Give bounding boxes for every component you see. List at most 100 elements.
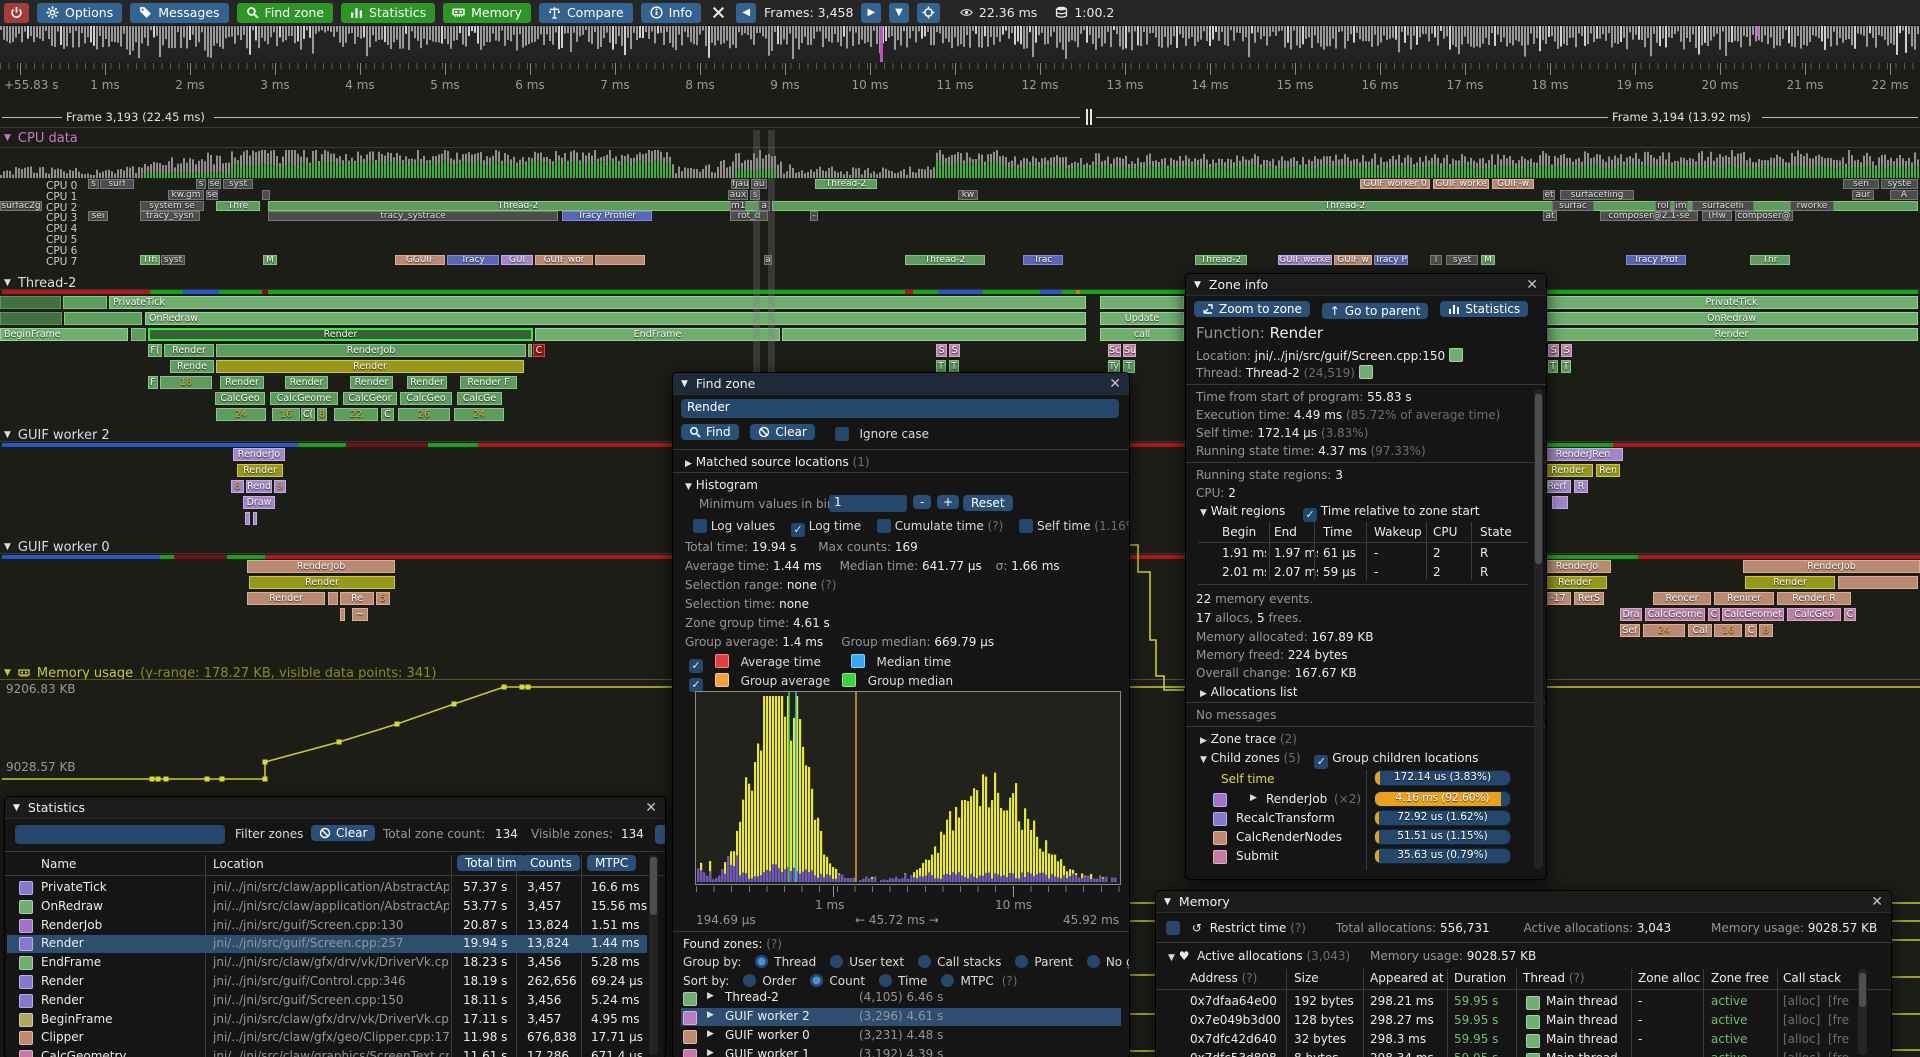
next-frame-button[interactable]: ▶ xyxy=(861,3,881,23)
active-allocations-header[interactable]: ▼ ♥ Active allocations (3,043) Memory us… xyxy=(1168,949,1536,963)
zone-chip[interactable]: F( xyxy=(148,344,162,357)
memory-scrollbar[interactable] xyxy=(1858,969,1867,1055)
zone-chip[interactable]: Render xyxy=(407,376,447,389)
zone-chip[interactable]: 16 xyxy=(1714,624,1742,637)
collapse-triangle-icon[interactable]: ▼ xyxy=(1194,280,1201,290)
min-bin-input[interactable]: 1 xyxy=(829,495,907,512)
zone-chip[interactable] xyxy=(782,328,1086,341)
increment-button[interactable]: + xyxy=(937,495,959,509)
cpu-zone-chip[interactable]: at xyxy=(1543,211,1557,221)
find-zone-query-input[interactable]: Render xyxy=(681,399,1119,418)
zone-chip[interactable]: Render xyxy=(220,376,264,389)
zone-chip[interactable]: S xyxy=(1548,344,1559,357)
cpu-zone-chip[interactable]: syste xyxy=(1881,179,1918,189)
matched-source-locations[interactable]: ▶ Matched source locations (1) xyxy=(685,455,870,469)
zone-chip[interactable]: Renirer xyxy=(1714,592,1774,605)
allocation-row[interactable]: 0x7dfaa64e00192 bytes298.21 ms59.95 sMai… xyxy=(1156,994,1856,1012)
cpu-zone-chip[interactable]: kw xyxy=(958,190,978,200)
found-zone-group-row[interactable]: ▶Thread-2(4,105) 6.46 s xyxy=(681,989,1121,1007)
cpu-zone-chip[interactable]: GUIF w xyxy=(1334,255,1372,265)
zone-chip[interactable]: R xyxy=(1574,480,1588,493)
zone-chip[interactable]: Render xyxy=(1543,576,1607,589)
cpu-zone-chip[interactable]: composer@2.1-se xyxy=(1600,211,1698,221)
allocations-list-header[interactable]: ▶ Allocations list xyxy=(1200,685,1298,699)
group-by-radio[interactable] xyxy=(830,955,843,968)
sort-by-radio[interactable] xyxy=(743,974,756,987)
cpu-zone-chip[interactable]: GGUIF xyxy=(395,255,445,265)
ignore-case-checkbox[interactable] xyxy=(835,427,849,441)
cpu-zone-chip[interactable]: se xyxy=(208,179,221,189)
group-by-option[interactable]: User text xyxy=(849,955,904,969)
statistics-row[interactable]: Renderjni/../jni/src/guif/Screen.cpp:150… xyxy=(7,992,647,1010)
cpu-zone-chip[interactable]: Thr xyxy=(1750,255,1790,265)
zone-chip[interactable]: RenderJRen xyxy=(1543,448,1623,461)
cpu-zone-chip[interactable]: se xyxy=(206,190,218,200)
cpu-zone-chip[interactable]: Tracy xyxy=(447,255,499,265)
frame-3193-label[interactable]: Frame 3,193 (22.45 ms) xyxy=(66,110,205,124)
alloc-callstack-free[interactable]: [fre xyxy=(1828,994,1858,1008)
show-average-checkbox[interactable] xyxy=(689,659,703,673)
alloc-callstack-alloc[interactable]: [alloc] xyxy=(1783,1051,1827,1057)
log-time-checkbox[interactable] xyxy=(791,523,805,537)
cpu-zone-chip[interactable]: system se xyxy=(140,201,204,211)
statistics-button[interactable]: Statistics xyxy=(341,3,435,23)
found-zone-group-row[interactable]: ▶GUIF worker 0(3,231) 4.48 s xyxy=(681,1027,1121,1045)
sort-by-option[interactable]: Count xyxy=(829,974,865,988)
expand-triangle-icon[interactable]: ▶ xyxy=(707,1010,719,1020)
zone-chip[interactable]: CalcGeomet xyxy=(1722,608,1784,621)
close-icon[interactable]: ✕ xyxy=(1526,278,1538,292)
zone-chip[interactable]: Sc xyxy=(1108,344,1121,357)
expand-triangle-icon[interactable]: ▶ xyxy=(1250,793,1262,803)
more-button[interactable] xyxy=(655,825,666,844)
zone-chip[interactable]: 5 xyxy=(376,592,390,605)
cpu-zone-chip[interactable]: surfac2g xyxy=(0,201,42,211)
zone-chip[interactable]: 8 xyxy=(231,480,244,493)
zoom-to-zone-button[interactable]: Zoom to zone xyxy=(1194,301,1310,317)
cpu-zone-chip[interactable]: surf xyxy=(100,179,134,189)
zone-chip[interactable]: S xyxy=(949,344,960,357)
statistics-row[interactable]: CalcGeometryjni/../jni/src/claw/graphics… xyxy=(7,1048,647,1057)
cpu-zone-chip[interactable]: et xyxy=(1543,190,1555,200)
cpu-zone-chip[interactable]: im xyxy=(1674,201,1688,211)
zone-chip[interactable] xyxy=(0,312,62,325)
alloc-callstack-alloc[interactable]: [alloc] xyxy=(1783,1032,1827,1046)
zone-chip[interactable]: C xyxy=(533,344,545,357)
cpu-zone-chip[interactable]: fjau xyxy=(731,179,749,189)
restrict-time-checkbox[interactable] xyxy=(1166,921,1180,935)
column-counts[interactable]: Counts xyxy=(522,855,580,871)
zone-chip[interactable]: 24 xyxy=(216,408,266,421)
clear-filter-button[interactable]: Clear xyxy=(311,825,375,841)
frames-overview-strip[interactable] xyxy=(0,26,1920,62)
cpu-zone-chip[interactable]: Tfh xyxy=(140,255,160,265)
show-group-average-checkbox[interactable] xyxy=(689,678,703,692)
allocation-row[interactable]: 0x7e049b3d00128 bytes298.27 ms59.95 sMai… xyxy=(1156,1013,1856,1031)
cpu-zone-chip[interactable]: s xyxy=(196,179,206,189)
cpu-zone-chip[interactable]: M xyxy=(1481,255,1495,265)
zone-statistics-button[interactable]: Statistics xyxy=(1440,301,1528,317)
shutdown-button[interactable] xyxy=(4,3,29,23)
cpu-zone-chip[interactable]: (Hw xyxy=(1702,211,1732,221)
zone-chip[interactable]: 18 xyxy=(160,376,212,389)
allocation-row[interactable]: 0x7dfc42d64032 bytes298.3 ms59.95 sMain … xyxy=(1156,1032,1856,1050)
zone-chip[interactable] xyxy=(131,328,146,341)
zone-chip[interactable]: PrivateTick xyxy=(109,296,1086,309)
zone-chip[interactable] xyxy=(528,344,532,357)
child-zone-row[interactable]: ▶RenderJob(×2)4.16 ms (92.60%) xyxy=(1186,791,1531,809)
cpu-zone-chip[interactable]: kw.gm xyxy=(168,190,204,200)
decrement-button[interactable]: - xyxy=(913,495,931,509)
collapse-triangle-icon[interactable]: ▼ xyxy=(13,803,20,813)
statistics-window-titlebar[interactable]: ▼ Statistics ✕ xyxy=(5,797,665,819)
zone-chip[interactable]: 24 xyxy=(454,408,504,421)
zone-chip[interactable]: Draw xyxy=(243,496,275,509)
zone-chip[interactable]: RenderJo xyxy=(233,448,285,461)
statistics-row[interactable]: Renderjni/../jni/src/guif/Control.cpp:34… xyxy=(7,973,647,991)
zone-thread[interactable]: Thread-2 xyxy=(1246,366,1300,380)
find-zone-histogram[interactable] xyxy=(695,691,1121,885)
zone-chip[interactable]: Update xyxy=(1100,312,1184,325)
statistics-row[interactable]: PrivateTickjni/../jni/src/claw/applicati… xyxy=(7,879,647,897)
reset-button[interactable]: Reset xyxy=(963,495,1013,511)
column-mtpc[interactable]: MTPC xyxy=(587,855,636,871)
find-zone-button[interactable]: Find zone xyxy=(237,3,333,23)
zone-chip[interactable] xyxy=(1100,296,1184,309)
group-by-option[interactable]: Parent xyxy=(1034,955,1072,969)
